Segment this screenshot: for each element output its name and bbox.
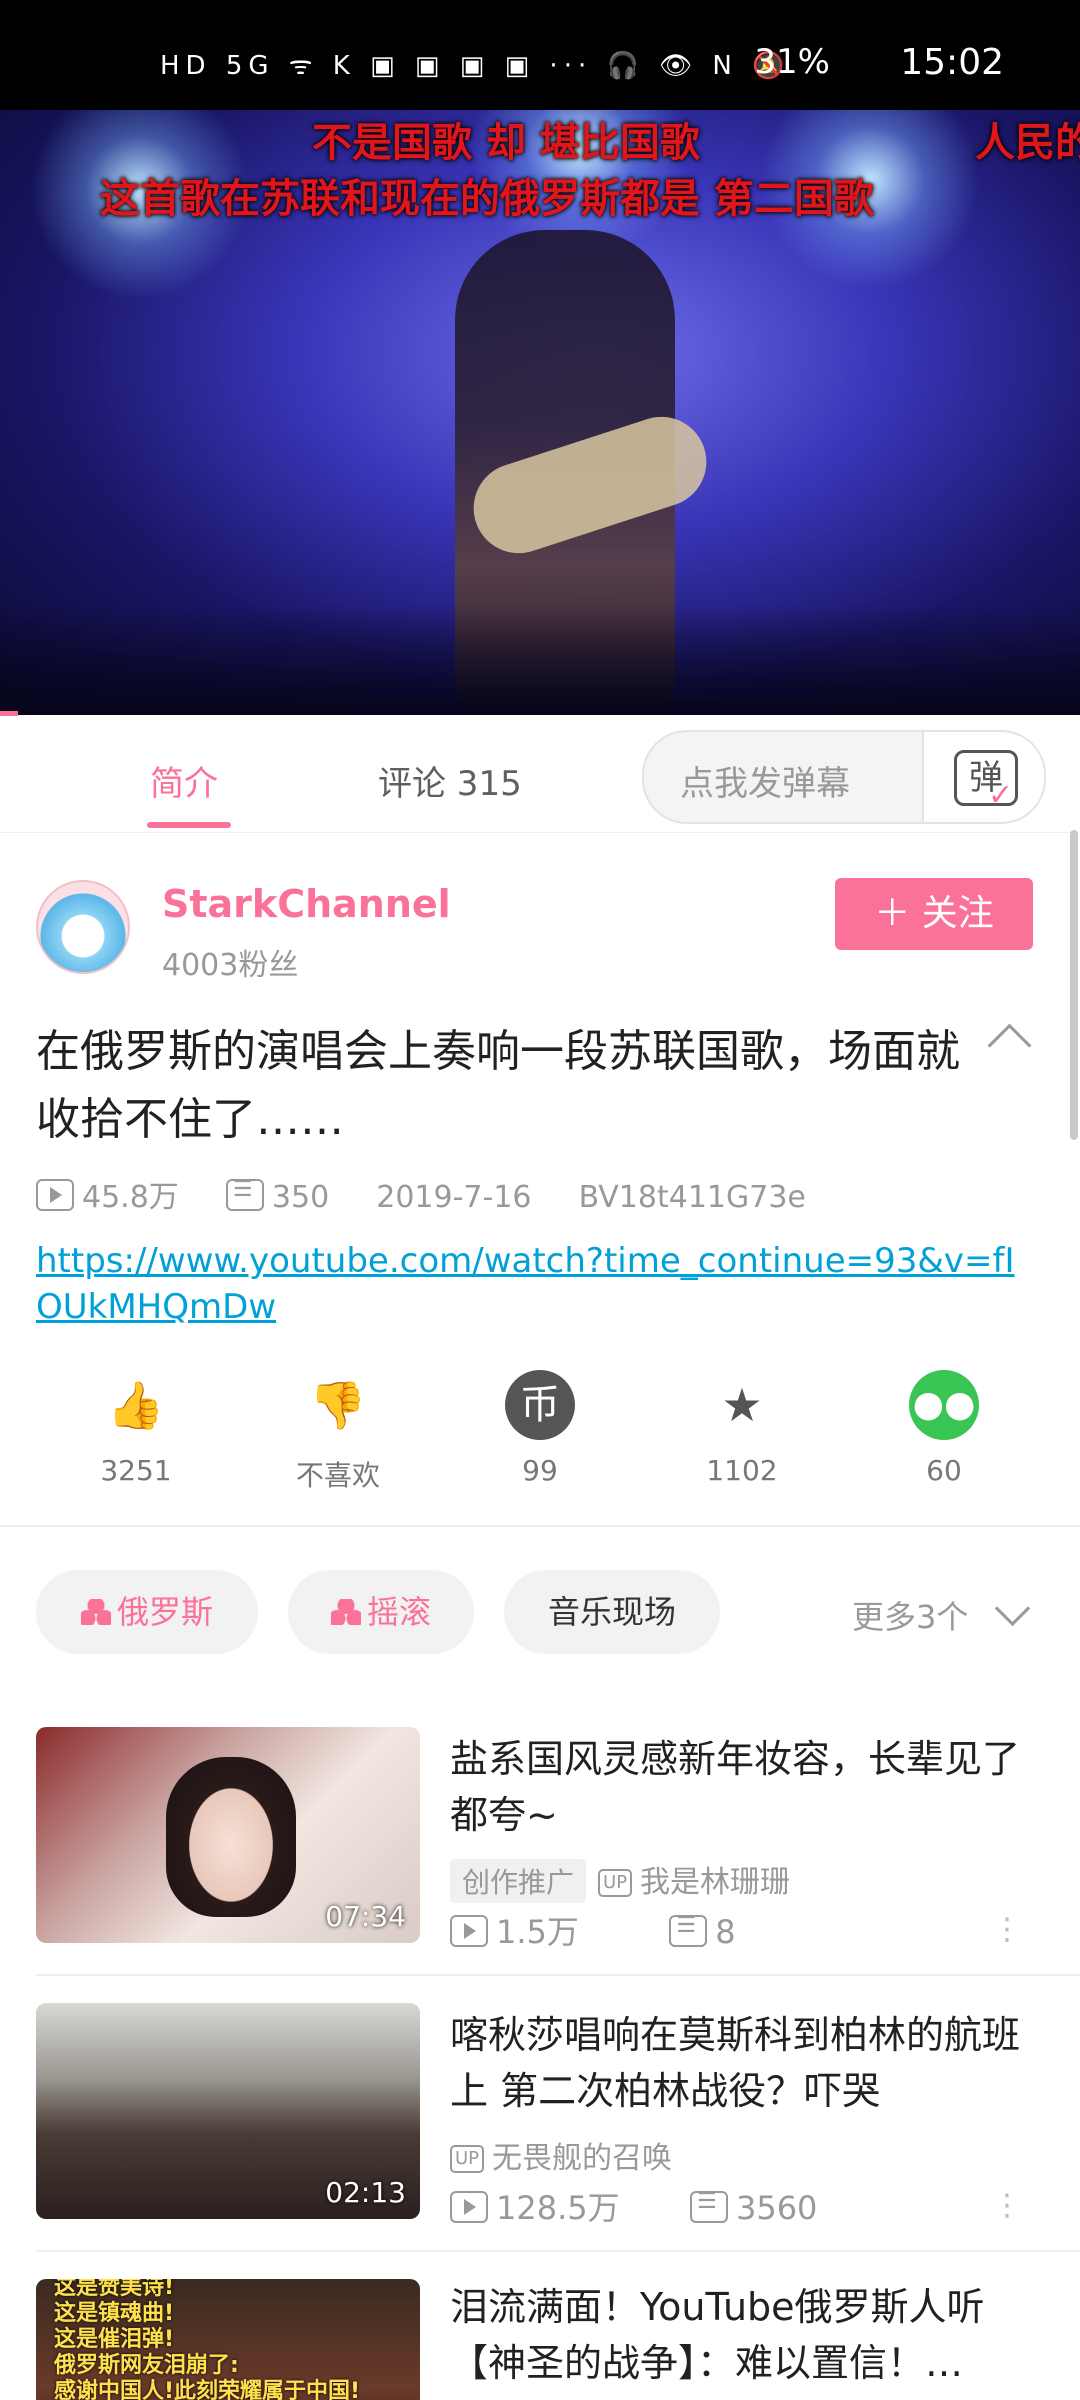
divider — [0, 1525, 1080, 1527]
uploader-fans: 4003粉丝 — [162, 948, 299, 983]
clock: 15:02 — [900, 42, 1004, 83]
tag-live-music[interactable]: 音乐现场 — [504, 1570, 720, 1654]
view-count: 45.8万 — [82, 1180, 179, 1215]
subtitle-line-2: 这首歌在苏联和现在的俄罗斯都是 第二国歌 — [100, 176, 874, 222]
video-title: 在俄罗斯的演唱会上奏响一段苏联国歌，场面就收拾不住了…… — [36, 1026, 960, 1145]
related-views: 1.5万 — [496, 1913, 579, 1951]
video-thumbnail[interactable]: 这是赞美诗! 这是镇魂曲! 这是催泪弹! 俄罗斯网友泪崩了: 感谢中国人!此刻荣… — [36, 2279, 420, 2400]
danmaku-placeholder: 点我发弹幕 — [680, 764, 850, 804]
video-duration: 07:34 — [325, 1900, 406, 1933]
tag-russia[interactable]: 俄罗斯 — [36, 1570, 258, 1654]
related-video-title: 喀秋莎唱响在莫斯科到柏林的航班上 第二次柏林战役？吓哭 — [450, 2013, 1021, 2113]
favorite-count: 1102 — [706, 1454, 778, 1487]
dislike-label: 不喜欢 — [295, 1459, 380, 1492]
scrollbar[interactable] — [1070, 830, 1078, 1140]
related-uploader-name: 无畏舰的召唤 — [492, 2141, 673, 2176]
video-player[interactable]: 不是国歌 却 堪比国歌 人民的 这首歌在苏联和现在的俄罗斯都是 第二国歌 — [0, 110, 1080, 715]
subtitle-line-1: 不是国歌 却 堪比国歌 — [312, 120, 700, 166]
avatar[interactable] — [36, 880, 130, 974]
thumbs-down-icon: 👎 — [309, 1378, 367, 1432]
divider — [36, 1974, 1080, 1976]
video-meta: 45.8万 350 2019-7-16 BV18t411G73e — [36, 1172, 806, 1216]
related-danmaku: 3560 — [735, 2189, 818, 2227]
danmaku-count-icon — [689, 2189, 728, 2223]
bv-id: BV18t411G73e — [578, 1180, 806, 1215]
subtitle-scrolling: 人民的 — [975, 120, 1080, 166]
coin-button[interactable]: 币 99 — [470, 1370, 610, 1487]
danmaku-count-icon — [669, 1913, 708, 1947]
coin-icon: 币 — [505, 1370, 575, 1440]
more-options-icon[interactable]: ⋮ — [992, 2188, 1022, 2223]
thumbnail-face — [166, 1757, 296, 1917]
play-count-icon — [36, 1179, 74, 1211]
battery-level: 31% — [754, 42, 830, 82]
status-bar: HD 5G ᯤ K ▣ ▣ ▣ ▣ ··· 🎧 👁 N 🔕 31% 15:02 — [0, 0, 1080, 110]
share-count: 60 — [926, 1454, 962, 1487]
promo-badge: 创作推广 — [450, 1859, 587, 1903]
favorite-button[interactable]: ★ 1102 — [672, 1370, 812, 1487]
dislike-button[interactable]: 👎 不喜欢 — [268, 1370, 408, 1494]
chevron-down-icon[interactable] — [994, 1590, 1031, 1627]
like-count: 3251 — [100, 1454, 172, 1487]
channel-icon — [330, 1599, 361, 1625]
danmaku-count: 350 — [271, 1180, 330, 1215]
up-badge-icon: UP — [598, 1869, 633, 1897]
related-uploader-name: 我是林珊珊 — [640, 1865, 791, 1900]
danmaku-toggle-button[interactable]: 弹 ✓ — [922, 732, 1044, 822]
play-count-icon — [450, 2191, 488, 2223]
danmaku-input[interactable]: 点我发弹幕 弹 ✓ — [642, 730, 1046, 824]
channel-icon — [80, 1599, 111, 1625]
tag-label: 音乐现场 — [547, 1593, 676, 1631]
up-badge-icon: UP — [450, 2145, 485, 2173]
star-icon: ★ — [721, 1378, 763, 1432]
divider — [36, 2250, 1080, 2252]
related-video-uploader-row: 创作推广 UP 我是林珊珊 — [450, 1857, 790, 1903]
tag-label: 摇滚 — [366, 1593, 431, 1631]
check-icon: ✓ — [988, 778, 1014, 813]
more-tags-button[interactable]: 更多3个 — [852, 1592, 968, 1638]
follow-button[interactable]: ＋ 关注 — [835, 878, 1033, 950]
share-button[interactable]: ●● 60 — [874, 1370, 1014, 1487]
thumbnail-caption: 这是赞美诗! 这是镇魂曲! 这是催泪弹! 俄罗斯网友泪崩了: 感谢中国人!此刻荣… — [54, 2279, 361, 2400]
publish-date: 2019-7-16 — [376, 1180, 532, 1215]
related-video-item[interactable]: 02:13 喀秋莎唱响在莫斯科到柏林的航班上 第二次柏林战役？吓哭 UP 无畏舰的… — [0, 2003, 1080, 2278]
related-danmaku: 8 — [715, 1913, 736, 1951]
related-video-uploader-row: UP 无畏舰的召唤 — [450, 2133, 672, 2177]
related-video-stats: 1.5万 8 — [450, 1907, 736, 1953]
related-video-item[interactable]: 07:34 盐系国风灵感新年妆容，长辈见了都夸~ 创作推广 UP 我是林珊珊 1.5… — [0, 1727, 1080, 2002]
like-button[interactable]: 👍 3251 — [66, 1370, 206, 1487]
wechat-icon: ●● — [909, 1370, 979, 1440]
tab-intro[interactable]: 简介 — [150, 756, 218, 805]
chevron-up-icon[interactable] — [987, 1023, 1032, 1068]
coin-count: 99 — [522, 1454, 558, 1487]
related-video-stats: 128.5万 3560 — [450, 2183, 817, 2229]
tab-comments[interactable]: 评论 315 — [378, 756, 522, 805]
more-options-icon[interactable]: ⋮ — [992, 1912, 1022, 1947]
play-count-icon — [450, 1915, 488, 1947]
uploader-name[interactable]: StarkChannel — [162, 882, 451, 926]
tab-indicator — [147, 822, 231, 828]
video-thumbnail[interactable]: 07:34 — [36, 1727, 420, 1943]
related-views: 128.5万 — [496, 2189, 620, 2227]
stage-floor — [0, 605, 1080, 715]
tag-rock[interactable]: 摇滚 — [288, 1570, 474, 1654]
danmaku-count-icon — [225, 1177, 264, 1211]
tag-label: 俄罗斯 — [116, 1593, 213, 1631]
status-icons: HD 5G ᯤ K ▣ ▣ ▣ ▣ ··· 🎧 👁 N 🔕 — [160, 51, 791, 81]
video-duration: 02:13 — [325, 2176, 406, 2209]
thumbs-up-icon: 👍 — [107, 1378, 165, 1432]
video-thumbnail[interactable]: 02:13 — [36, 2003, 420, 2219]
source-link[interactable]: https://www.youtube.com/watch?time_conti… — [36, 1238, 1036, 1330]
related-video-item[interactable]: 这是赞美诗! 这是镇魂曲! 这是催泪弹! 俄罗斯网友泪崩了: 感谢中国人!此刻荣… — [0, 2279, 1080, 2400]
related-video-title: 盐系国风灵感新年妆容，长辈见了都夸~ — [450, 1737, 1021, 1837]
related-video-title: 泪流满面！YouTube俄罗斯人听【神圣的战争】：难以置信！… — [450, 2285, 985, 2385]
